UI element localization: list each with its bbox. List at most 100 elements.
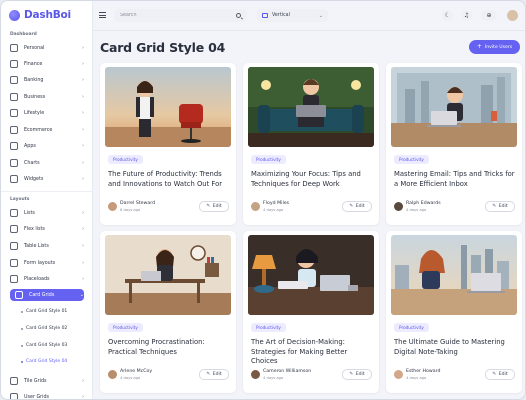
home-icon	[10, 44, 18, 52]
layout-select-value: Vertical	[272, 13, 290, 18]
category-tag[interactable]: Productivity	[108, 155, 143, 164]
category-tag[interactable]: Productivity	[394, 155, 429, 164]
sidebar-item-flex-lists[interactable]: Flex lists ›	[10, 223, 84, 235]
card-title[interactable]: The Ultimate Guide to Mastering Digital …	[394, 338, 518, 357]
post-time: 4 days ago	[263, 376, 284, 380]
sidebar-item-table-lists[interactable]: Table Lists ›	[10, 240, 84, 252]
card-title[interactable]: Mastering Email: Tips and Tricks for a M…	[394, 170, 518, 189]
subitem-label: Card Grid Style 01	[26, 309, 68, 314]
chevron-right-icon: ›	[82, 160, 84, 166]
sidebar-item-label: Lists	[24, 210, 35, 216]
subitem-label: Card Grid Style 02	[26, 326, 68, 331]
article-card[interactable]: Productivity Overcoming Procrastination:…	[100, 231, 236, 393]
sidebar-item-tile-grids[interactable]: Tile Grids ›	[10, 375, 84, 387]
edit-button[interactable]: ✎ Edit	[199, 369, 229, 380]
sidebar-item-apps[interactable]: Apps ›	[10, 140, 84, 152]
chevron-right-icon: ›	[82, 276, 84, 282]
sidebar-item-placeloads[interactable]: Placeloads ›	[10, 273, 84, 285]
pencil-icon: ✎	[349, 204, 354, 209]
language-globe-icon[interactable]: ⊕	[481, 10, 497, 21]
logo[interactable]: DashBoi	[9, 8, 71, 22]
sidebar-item-personal[interactable]: Personal ›	[10, 42, 84, 54]
card-image	[391, 235, 517, 315]
edit-button[interactable]: ✎ Edit	[485, 369, 515, 380]
author-avatar	[108, 202, 117, 211]
article-card[interactable]: Productivity The Ultimate Guide to Maste…	[386, 231, 522, 393]
category-tag[interactable]: Productivity	[394, 323, 429, 332]
loader-icon	[10, 275, 18, 283]
sidebar-item-label: Form layouts	[24, 260, 56, 266]
sidebar-item-label: Lifestyle	[24, 110, 45, 116]
card-title[interactable]: The Art of Decision-Making: Strategies f…	[251, 338, 375, 367]
category-tag[interactable]: Productivity	[108, 323, 143, 332]
invite-users-button[interactable]: + Invite Users	[469, 40, 520, 54]
chevron-right-icon: ›	[82, 210, 84, 216]
menu-toggle-icon[interactable]	[99, 12, 106, 18]
search-input[interactable]	[120, 13, 236, 18]
invite-users-label: Invite Users	[484, 44, 513, 50]
sidebar-subitem-card-grid-03[interactable]: Card Grid Style 03	[21, 343, 67, 348]
search-icon[interactable]	[236, 13, 241, 18]
chevron-right-icon: ›	[82, 378, 84, 384]
sidebar-item-label: User Grids	[24, 394, 50, 400]
edit-label: Edit	[355, 372, 365, 377]
sidebar-item-charts[interactable]: Charts ›	[10, 157, 84, 169]
pencil-icon: ✎	[349, 372, 354, 377]
category-tag[interactable]: Productivity	[251, 323, 286, 332]
sidebar-item-label: Card Grids	[29, 292, 55, 298]
article-card[interactable]: Productivity Maximizing Your Focus: Tips…	[243, 63, 379, 225]
article-card[interactable]: Productivity The Art of Decision-Making:…	[243, 231, 379, 393]
edit-button[interactable]: ✎ Edit	[485, 201, 515, 212]
notification-bell-icon[interactable]: ♫	[461, 10, 472, 21]
category-tag[interactable]: Productivity	[251, 155, 286, 164]
users-icon	[10, 393, 18, 399]
sidebar-item-lifestyle[interactable]: Lifestyle ›	[10, 107, 84, 119]
post-time: 4 days ago	[406, 208, 427, 212]
dark-mode-toggle-icon[interactable]: ☾	[442, 10, 453, 21]
sidebar-item-label: Finance	[24, 61, 43, 67]
sidebar-item-label: Flex lists	[24, 226, 45, 232]
chevron-right-icon: ›	[82, 61, 84, 67]
sidebar-item-card-grids[interactable]: Card Grids ⌄	[10, 289, 84, 301]
card-title[interactable]: Overcoming Procrastination: Practical Te…	[108, 338, 232, 357]
edit-label: Edit	[212, 204, 222, 209]
sidebar-subitem-card-grid-04[interactable]: Card Grid Style 04	[21, 359, 67, 364]
sidebar-item-banking[interactable]: Banking ›	[10, 74, 84, 86]
edit-button[interactable]: ✎ Edit	[342, 369, 372, 380]
card-title[interactable]: The Future of Productivity: Trends and I…	[108, 170, 232, 189]
article-card[interactable]: Productivity The Future of Productivity:…	[100, 63, 236, 225]
sidebar-item-finance[interactable]: Finance ›	[10, 58, 84, 70]
author-avatar	[394, 370, 403, 379]
layout-select[interactable]: Vertical ⌄	[257, 9, 328, 22]
sidebar-subitem-card-grid-02[interactable]: Card Grid Style 02	[21, 326, 67, 331]
sidebar-divider	[1, 191, 93, 192]
card-image	[105, 67, 231, 147]
author-name: Ralph Edwards	[406, 201, 441, 206]
bullet-icon	[21, 327, 23, 330]
sidebar-item-ecommerce[interactable]: Ecommerce ›	[10, 124, 84, 136]
grid-icon	[15, 291, 23, 299]
section-label-dashboard: Dashboard	[10, 32, 37, 37]
sidebar-item-label: Ecommerce	[24, 127, 53, 133]
search-bar[interactable]	[114, 9, 247, 22]
page-title: Card Grid Style 04	[100, 40, 226, 55]
edit-button[interactable]: ✎ Edit	[199, 201, 229, 212]
sidebar-item-lists[interactable]: Lists ›	[10, 207, 84, 219]
article-card[interactable]: Productivity Mastering Email: Tips and T…	[386, 63, 522, 225]
author-avatar	[251, 370, 260, 379]
sidebar-item-user-grids[interactable]: User Grids ›	[10, 391, 84, 400]
card-title[interactable]: Maximizing Your Focus: Tips and Techniqu…	[251, 170, 375, 189]
sidebar-item-form-layouts[interactable]: Form layouts ›	[10, 257, 84, 269]
sidebar-subitem-card-grid-01[interactable]: Card Grid Style 01	[21, 309, 67, 314]
sidebar-item-widgets[interactable]: Widgets ›	[10, 173, 84, 185]
avatar[interactable]	[507, 10, 518, 21]
card-image	[391, 67, 517, 147]
post-time: 4 days ago	[120, 376, 141, 380]
sidebar-item-label: Apps	[24, 143, 36, 149]
author-name: Arlene McCoy	[120, 369, 153, 374]
header-divider	[93, 30, 525, 31]
chevron-right-icon: ›	[82, 226, 84, 232]
sidebar-item-business[interactable]: Business ›	[10, 91, 84, 103]
chevron-right-icon: ›	[82, 45, 84, 51]
edit-button[interactable]: ✎ Edit	[342, 201, 372, 212]
